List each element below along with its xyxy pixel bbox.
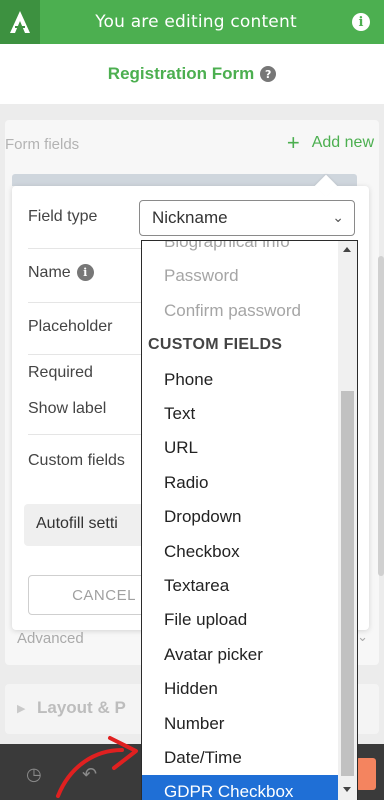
dropdown-option: Biographical info [164,240,290,251]
custom-fields-label: Custom fields [28,452,125,469]
dropdown-scrollbar[interactable] [338,241,357,800]
editing-banner-title: You are editing content [95,12,297,32]
help-icon[interactable]: ? [260,66,277,82]
dropdown-option[interactable]: Checkbox [142,535,338,569]
dropdown-option[interactable]: Date/Time [142,741,338,775]
field-type-label: Field type [28,208,98,225]
dropdown-option[interactable]: Hidden [142,672,338,706]
dropdown-option[interactable]: Radio [142,466,338,500]
dropdown-option[interactable]: Phone [142,363,338,397]
plus-icon: + [286,130,300,155]
field-drag-handle[interactable] [12,174,357,186]
dropdown-option[interactable]: GDPR Checkbox [142,775,338,800]
dropdown-option: Password [164,266,239,286]
scroll-up-arrow-icon[interactable] [343,247,351,252]
dropdown-option[interactable]: Textarea [142,569,338,603]
page-title: Registration Form [107,64,255,83]
dropdown-option[interactable]: Avatar picker [142,638,338,672]
scroll-down-arrow-icon[interactable] [343,787,351,792]
chevron-down-icon[interactable]: ⌄ [357,630,368,645]
field-type-dropdown[interactable]: Biographical info Password Confirm passwor… [141,240,358,800]
dropdown-option: Confirm password [164,300,301,320]
info-icon[interactable]: i [76,264,94,281]
dropdown-option[interactable]: Text [142,397,338,431]
dropdown-option[interactable]: File upload [142,603,338,637]
add-new-label: Add new [311,134,374,151]
page-scrollbar[interactable] [378,256,384,576]
name-label: Name [28,264,71,281]
required-label: Required [28,364,93,381]
add-new-button[interactable]: + Add new [286,130,374,155]
field-type-value: Nickname [152,208,228,227]
layout-section-label: Layout & P [37,698,126,717]
editing-banner: You are editing content i [0,0,384,44]
form-fields-label: Form fields [5,136,80,153]
show-label-label: Show label [28,400,107,417]
name-row: Name i [28,264,94,282]
publish-button[interactable] [356,758,376,790]
advanced-section-label[interactable]: Advanced [17,630,84,647]
placeholder-label: Placeholder [28,318,113,335]
field-type-select[interactable]: Nickname ⌄ [139,200,355,236]
annotation-arrow-icon [56,736,138,798]
autofill-settings-label: Autofill setti [36,515,118,532]
page-header: Registration Form ? [0,44,384,104]
dropdown-group-header: CUSTOM FIELDS [148,336,283,354]
dropdown-option[interactable]: Number [142,707,338,741]
dropdown-option[interactable]: Dropdown [142,500,338,534]
info-icon[interactable]: i [352,13,370,31]
dropdown-scroll-thumb[interactable] [341,391,354,776]
brand-logo-icon[interactable] [0,0,40,44]
caret-right-icon: ▶ [17,702,26,715]
dropdown-option[interactable]: URL [142,431,338,465]
chevron-down-icon: ⌄ [332,209,344,225]
